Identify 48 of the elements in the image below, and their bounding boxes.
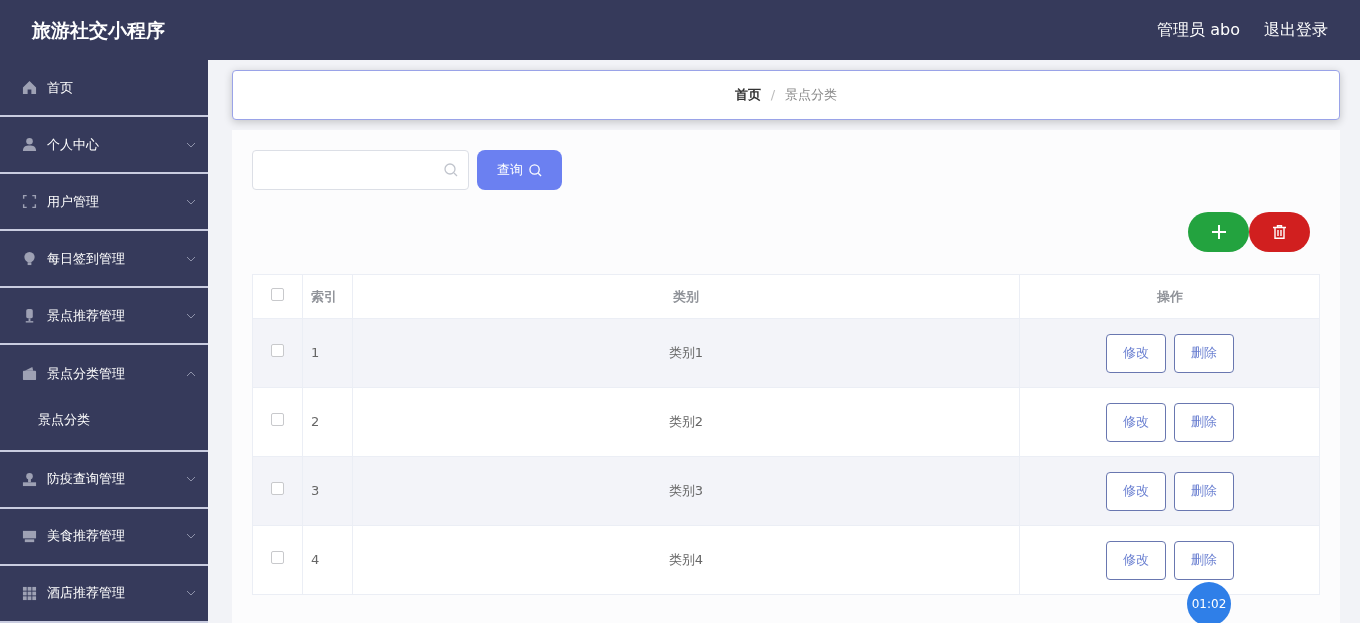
- add-button[interactable]: [1188, 212, 1249, 252]
- row-checkbox[interactable]: [271, 413, 284, 427]
- row-checkbox[interactable]: [271, 482, 284, 496]
- breadcrumb-separator: /: [770, 86, 776, 105]
- app-title: 旅游社交小程序: [32, 17, 165, 43]
- row-checkbox[interactable]: [271, 551, 284, 565]
- house-icon: [22, 80, 37, 95]
- table-cell: 类别1: [352, 318, 1020, 388]
- breadcrumb-item[interactable]: 首页: [734, 85, 761, 105]
- delete-row-button[interactable]: 删除: [1173, 471, 1234, 511]
- edit-button[interactable]: 修改: [1105, 540, 1166, 580]
- edit-button[interactable]: 修改: [1105, 333, 1166, 373]
- column-header: 索引: [302, 274, 353, 319]
- sidebar-item[interactable]: 景点分类管理: [0, 345, 208, 402]
- trash-icon: [1273, 225, 1286, 239]
- table-cell: 4: [302, 525, 353, 595]
- search-icon: [529, 163, 542, 177]
- search-icon: [444, 163, 458, 177]
- column-header: 类别: [352, 274, 1020, 319]
- select-all-checkbox[interactable]: [271, 287, 284, 301]
- bulb-icon: [22, 251, 37, 266]
- table-cell: 2: [302, 387, 353, 457]
- table-cell: 3: [302, 456, 353, 526]
- row-checkbox[interactable]: [271, 344, 284, 358]
- user-name: 管理员 abo: [1157, 19, 1240, 41]
- person-icon: [22, 137, 37, 152]
- frame-icon: [22, 194, 37, 209]
- grid-icon: [22, 585, 37, 601]
- box-icon: [22, 528, 37, 544]
- plus-icon: [1211, 225, 1226, 239]
- edit-button[interactable]: 修改: [1105, 471, 1166, 511]
- delete-row-button[interactable]: 删除: [1173, 402, 1234, 442]
- stamp-icon: [22, 471, 37, 487]
- table-cell: 类别3: [352, 456, 1020, 526]
- delete-row-button[interactable]: 删除: [1173, 333, 1234, 373]
- delete-button[interactable]: [1249, 212, 1310, 252]
- table-cell: 类别4: [352, 525, 1020, 595]
- table-cell: 1: [302, 318, 353, 388]
- logout-link[interactable]: 退出登录: [1264, 18, 1328, 42]
- breadcrumb-item: 景点分类: [785, 86, 838, 105]
- delete-row-button[interactable]: 删除: [1173, 540, 1234, 580]
- column-header: 操作: [1019, 274, 1320, 319]
- edit-button[interactable]: 修改: [1105, 402, 1166, 442]
- search-button[interactable]: 查询: [477, 150, 562, 190]
- table-cell: 类别2: [352, 387, 1020, 457]
- submenu-item[interactable]: 景点分类: [38, 410, 90, 430]
- search-field[interactable]: [252, 150, 469, 190]
- wallet-icon: [22, 366, 37, 381]
